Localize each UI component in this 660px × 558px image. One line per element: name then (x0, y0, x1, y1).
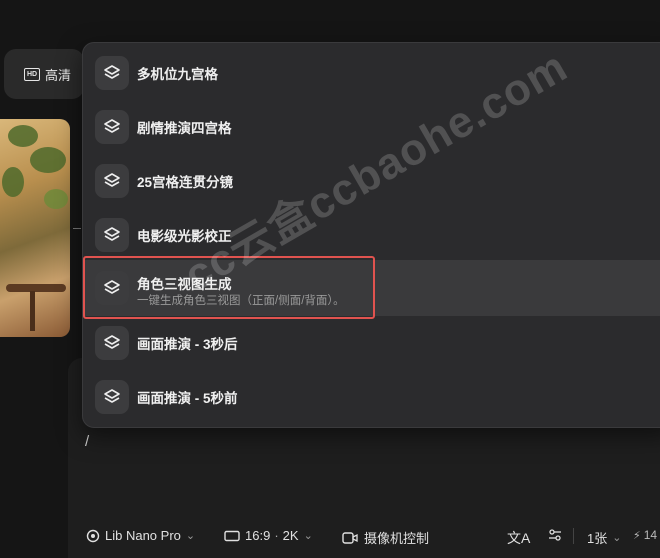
quality-selector[interactable]: HD 高清 (4, 49, 84, 99)
menu-item-cinematic-lighting[interactable]: 电影级光影校正 (85, 208, 660, 262)
menu-item-25-grid-storyboard[interactable]: 25宫格连贯分镜 (85, 154, 660, 208)
layers-icon (95, 218, 129, 252)
model-selector[interactable]: Lib Nano Pro ⌄ (86, 528, 195, 543)
chevron-down-icon: ⌄ (185, 530, 196, 542)
model-icon (86, 529, 100, 542)
menu-item-description: 一键生成角色三视图（正面/侧面/背面）。 (137, 295, 345, 307)
resolution-label: 2K (282, 528, 299, 543)
aspect-ratio-icon (224, 530, 240, 541)
menu-item-plot-four-grid[interactable]: 剧情推演四宫格 (85, 100, 660, 154)
quality-label: 高清 (45, 67, 72, 83)
hd-icon: HD (24, 67, 40, 81)
credits-indicator: ⚡ 14 (633, 528, 657, 542)
divider (573, 528, 574, 544)
menu-item-label: 25宫格连贯分镜 (137, 175, 234, 190)
prompt-input-value[interactable]: / (85, 433, 89, 450)
model-label: Lib Nano Pro (105, 528, 181, 543)
menu-item-label: 多机位九宫格 (137, 67, 218, 82)
menu-item-multi-camera-grid[interactable]: 多机位九宫格 (85, 46, 660, 100)
camera-icon (342, 531, 358, 544)
chevron-down-icon: ⌄ (303, 530, 313, 542)
reference-image-thumbnail[interactable] (0, 119, 70, 337)
menu-item-extrapolate-5s-before[interactable]: 画面推演 - 5秒前 (85, 370, 660, 424)
camera-label: 摄像机控制 (364, 531, 430, 546)
camera-control-button[interactable]: 摄像机控制 (342, 528, 429, 547)
menu-item-label: 画面推演 - 3秒后 (137, 337, 238, 352)
menu-item-extrapolate-3s-after[interactable]: 画面推演 - 3秒后 (85, 316, 660, 370)
menu-item-label: 画面推演 - 5秒前 (137, 391, 238, 406)
layers-icon (95, 164, 129, 198)
layers-icon (95, 110, 129, 144)
lightning-icon: ⚡ (633, 529, 641, 542)
chevron-down-icon: ⌄ (612, 532, 622, 544)
layers-icon (95, 56, 129, 90)
translate-icon: 文A (507, 530, 531, 546)
layers-icon (95, 271, 129, 305)
menu-item-label: 角色三视图生成 (137, 277, 232, 292)
layers-icon (95, 326, 129, 360)
menu-item-label: 剧情推演四宫格 (137, 121, 232, 136)
sliders-icon (549, 529, 561, 541)
aspect-label: 16:9 (245, 528, 271, 543)
count-label: 1张 (587, 531, 608, 546)
credits-value: 14 (643, 528, 658, 542)
settings-button[interactable] (548, 528, 562, 542)
menu-item-character-three-view[interactable]: 角色三视图生成 一键生成角色三视图（正面/侧面/背面）。 (85, 260, 660, 316)
count-selector[interactable]: 1张 ⌄ (587, 528, 621, 547)
aspect-resolution-selector[interactable]: 16:9 · 2K ⌄ (224, 528, 313, 543)
command-dropdown: 多机位九宫格 剧情推演四宫格 25宫格连贯分镜 电影级光影校正 角色三视图生成 … (82, 42, 660, 428)
translate-button[interactable]: 文A (507, 528, 530, 548)
divider (73, 228, 81, 229)
menu-item-label: 电影级光影校正 (137, 229, 232, 244)
layers-icon (95, 380, 129, 414)
